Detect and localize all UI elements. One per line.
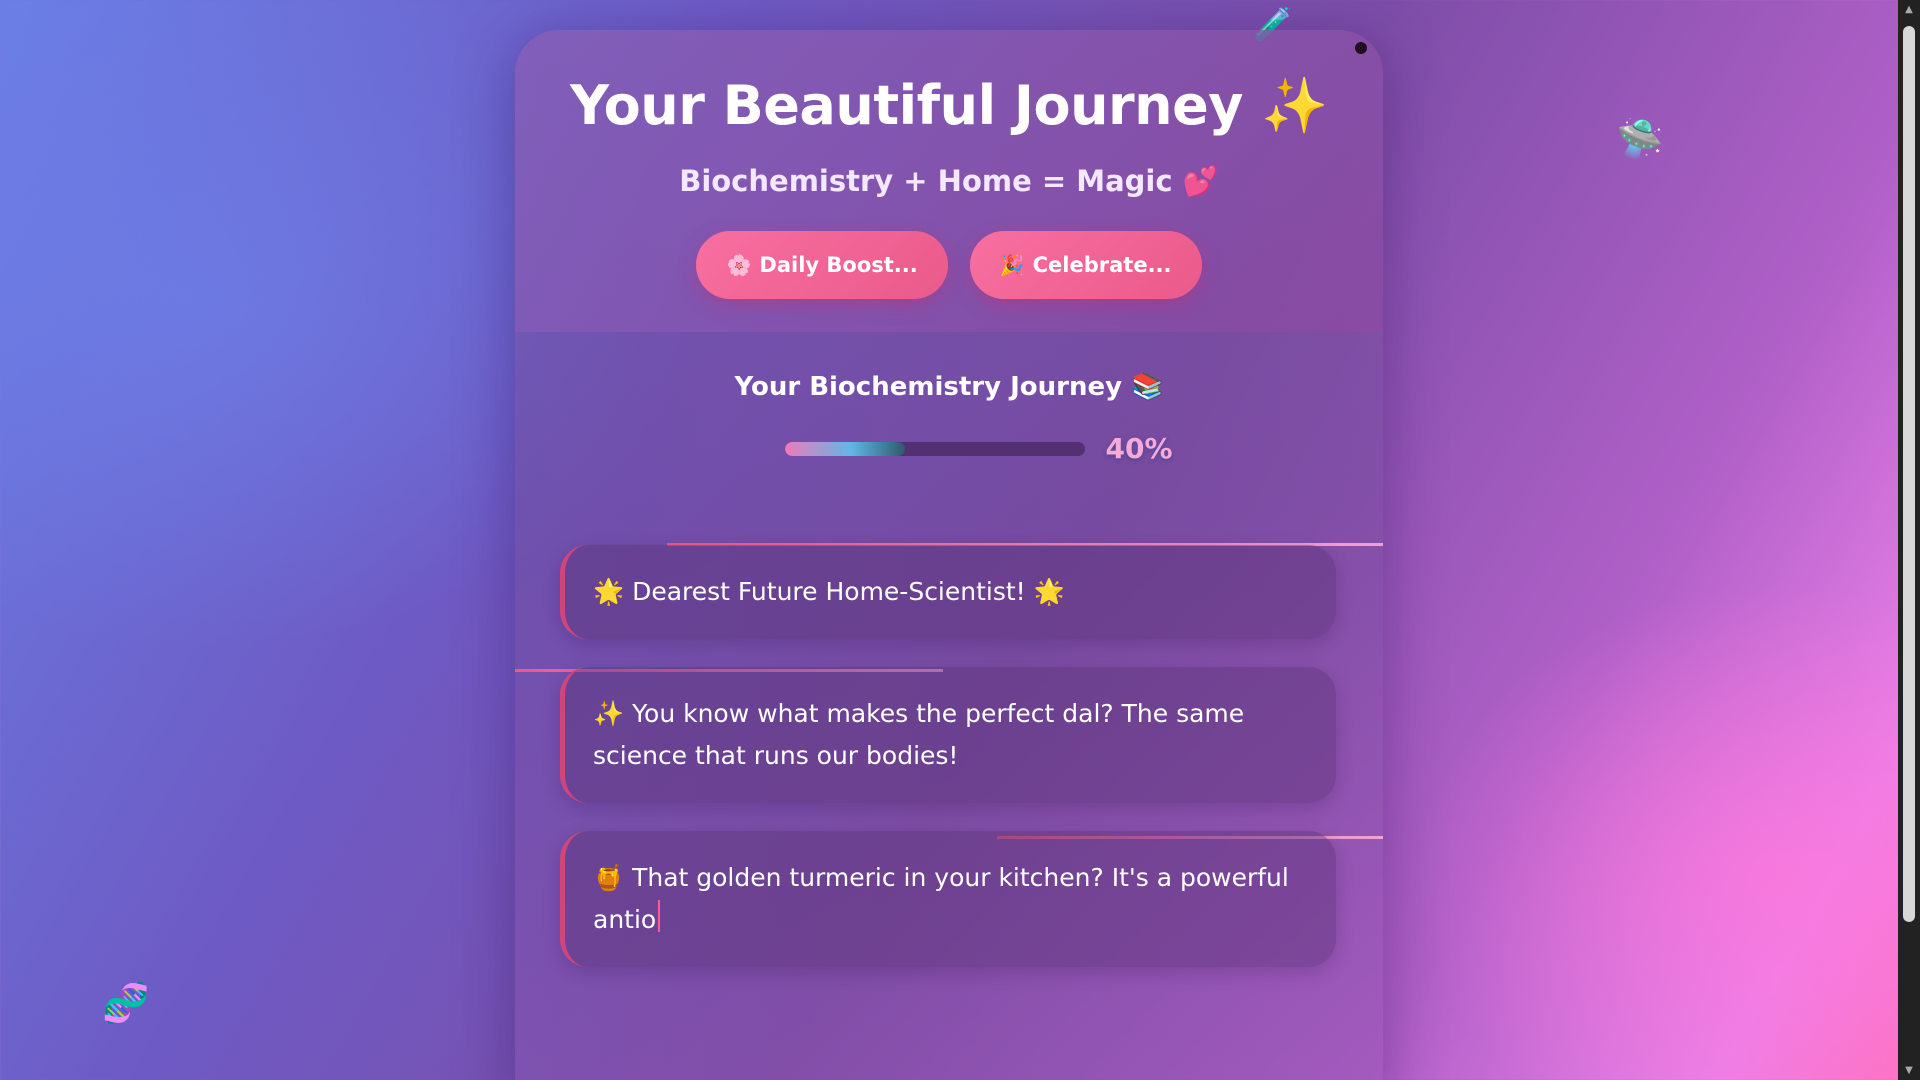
message-text: 🍯 That golden turmeric in your kitchen? …: [593, 863, 1289, 934]
message-list: 🌟 Dearest Future Home-Scientist! 🌟 ✨ You…: [515, 543, 1383, 967]
typing-cursor: [658, 900, 661, 932]
scroll-down-icon[interactable]: ▼: [1903, 1065, 1915, 1076]
action-buttons: 🌸 Daily Boost... 🎉 Celebrate...: [515, 231, 1383, 299]
scroll-thumb[interactable]: [1903, 26, 1915, 922]
celebrate-label: Celebrate...: [1032, 253, 1172, 277]
daily-boost-button[interactable]: 🌸 Daily Boost...: [696, 231, 948, 299]
journey-card: Your Beautiful Journey ✨ Biochemistry + …: [515, 30, 1383, 1080]
alien-lab-icon: 🛸: [1616, 117, 1664, 161]
celebrate-button[interactable]: 🎉 Celebrate...: [969, 231, 1202, 299]
progress-row: 40%: [575, 432, 1383, 465]
progress-percent: 40%: [1105, 432, 1173, 465]
page-title: Your Beautiful Journey ✨: [570, 74, 1328, 137]
page-subtitle: Biochemistry + Home = Magic 💕: [679, 164, 1219, 198]
blossom-icon: 🌸: [726, 253, 752, 277]
progress-section: Your Biochemistry Journey 📚 40%: [515, 372, 1383, 465]
dna-icon: 🧬: [102, 981, 150, 1025]
daily-boost-label: Daily Boost...: [759, 253, 918, 277]
status-dot: [1355, 42, 1367, 54]
party-icon: 🎉: [999, 253, 1025, 277]
message-text: ✨ You know what makes the perfect dal? T…: [593, 699, 1245, 770]
progress-title: Your Biochemistry Journey 📚: [734, 372, 1164, 402]
card-header: Your Beautiful Journey ✨ Biochemistry + …: [515, 30, 1383, 332]
scroll-up-icon[interactable]: ▲: [1903, 4, 1915, 15]
message-card: ✨ You know what makes the perfect dal? T…: [560, 667, 1336, 803]
scrollbar[interactable]: ▲ ▼: [1898, 0, 1920, 1080]
message-text: 🌟 Dearest Future Home-Scientist! 🌟: [593, 577, 1065, 606]
progress-fill: [785, 441, 906, 456]
progress-track: [785, 441, 1086, 456]
message-card: 🌟 Dearest Future Home-Scientist! 🌟: [560, 545, 1336, 639]
message-card: 🍯 That golden turmeric in your kitchen? …: [560, 831, 1336, 967]
